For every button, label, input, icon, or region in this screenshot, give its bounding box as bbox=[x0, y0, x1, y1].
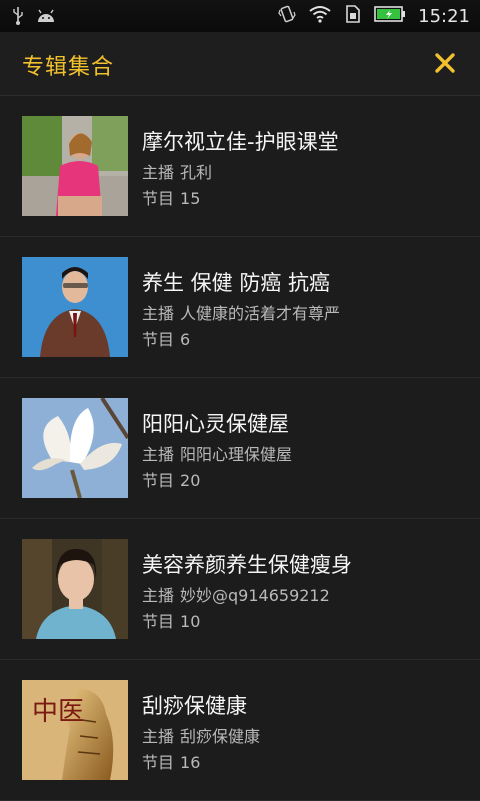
album-episode-count: 节目 15 bbox=[142, 185, 200, 209]
app-header: 专辑集合 bbox=[0, 32, 480, 96]
android-icon bbox=[36, 8, 56, 28]
album-item[interactable]: 养生 保健 防癌 抗癌 主播 人健康的活着才有尊严 节目 6 bbox=[0, 237, 480, 378]
host-name: 孔利 bbox=[180, 163, 213, 182]
album-thumbnail: 中医 bbox=[22, 680, 128, 780]
count-value: 15 bbox=[180, 189, 201, 208]
close-button[interactable] bbox=[428, 46, 462, 80]
battery-icon bbox=[374, 5, 406, 27]
album-thumbnail bbox=[22, 398, 128, 498]
album-host: 主播 人健康的活着才有尊严 bbox=[142, 300, 340, 324]
vibrate-icon bbox=[278, 4, 296, 28]
album-host: 主播 妙妙@q914659212 bbox=[142, 582, 330, 606]
count-label: 节目 bbox=[142, 189, 175, 208]
album-list: 摩尔视立佳-护眼课堂 主播 孔利 节目 15 养生 保健 防癌 抗癌 主播 人健康的活… bbox=[0, 96, 480, 801]
host-name: 妙妙@q914659212 bbox=[180, 586, 330, 605]
wifi-icon bbox=[308, 5, 332, 27]
host-name: 人健康的活着才有尊严 bbox=[180, 304, 341, 323]
album-host: 主播 孔利 bbox=[142, 159, 212, 183]
album-host: 主播 刮痧保健康 bbox=[142, 723, 260, 747]
count-label: 节目 bbox=[142, 330, 175, 349]
album-item[interactable]: 阳阳心灵保健屋 主播 阳阳心理保健屋 节目 20 bbox=[0, 378, 480, 519]
album-episode-count: 节目 16 bbox=[142, 749, 200, 773]
thumbnail-logo-text: 中医 bbox=[32, 697, 84, 727]
sim-icon bbox=[344, 4, 362, 28]
album-thumbnail bbox=[22, 116, 128, 216]
host-label: 主播 bbox=[142, 445, 175, 464]
album-episode-count: 节目 20 bbox=[142, 467, 200, 491]
status-right: 15:21 bbox=[278, 4, 470, 28]
album-title: 刮痧保健康 bbox=[142, 694, 247, 718]
usb-icon bbox=[12, 6, 24, 30]
album-thumbnail bbox=[22, 257, 128, 357]
host-label: 主播 bbox=[142, 586, 175, 605]
host-label: 主播 bbox=[142, 163, 175, 182]
host-name: 阳阳心理保健屋 bbox=[180, 445, 293, 464]
page-title: 专辑集合 bbox=[22, 55, 115, 80]
count-value: 20 bbox=[180, 471, 201, 490]
album-title: 摩尔视立佳-护眼课堂 bbox=[142, 130, 339, 154]
host-name: 刮痧保健康 bbox=[180, 727, 261, 746]
album-title: 美容养颜养生保健瘦身 bbox=[142, 553, 352, 577]
status-left bbox=[12, 6, 56, 30]
album-item[interactable]: 摩尔视立佳-护眼课堂 主播 孔利 节目 15 bbox=[0, 96, 480, 237]
count-label: 节目 bbox=[142, 753, 175, 772]
album-item[interactable]: 美容养颜养生保健瘦身 主播 妙妙@q914659212 节目 10 bbox=[0, 519, 480, 660]
album-title: 阳阳心灵保健屋 bbox=[142, 412, 289, 436]
album-thumbnail bbox=[22, 539, 128, 639]
count-value: 10 bbox=[180, 612, 201, 631]
album-episode-count: 节目 6 bbox=[142, 326, 190, 350]
status-bar: 15:21 bbox=[0, 0, 480, 32]
count-value: 16 bbox=[180, 753, 201, 772]
album-title: 养生 保健 防癌 抗癌 bbox=[142, 271, 331, 295]
album-item[interactable]: 中医 刮痧保健康 主播 刮痧保健康 节目 16 bbox=[0, 660, 480, 801]
count-value: 6 bbox=[180, 330, 191, 349]
count-label: 节目 bbox=[142, 612, 175, 631]
status-time: 15:21 bbox=[418, 5, 470, 27]
host-label: 主播 bbox=[142, 727, 175, 746]
count-label: 节目 bbox=[142, 471, 175, 490]
album-host: 主播 阳阳心理保健屋 bbox=[142, 441, 292, 465]
close-icon bbox=[435, 53, 455, 73]
host-label: 主播 bbox=[142, 304, 175, 323]
album-episode-count: 节目 10 bbox=[142, 608, 200, 632]
